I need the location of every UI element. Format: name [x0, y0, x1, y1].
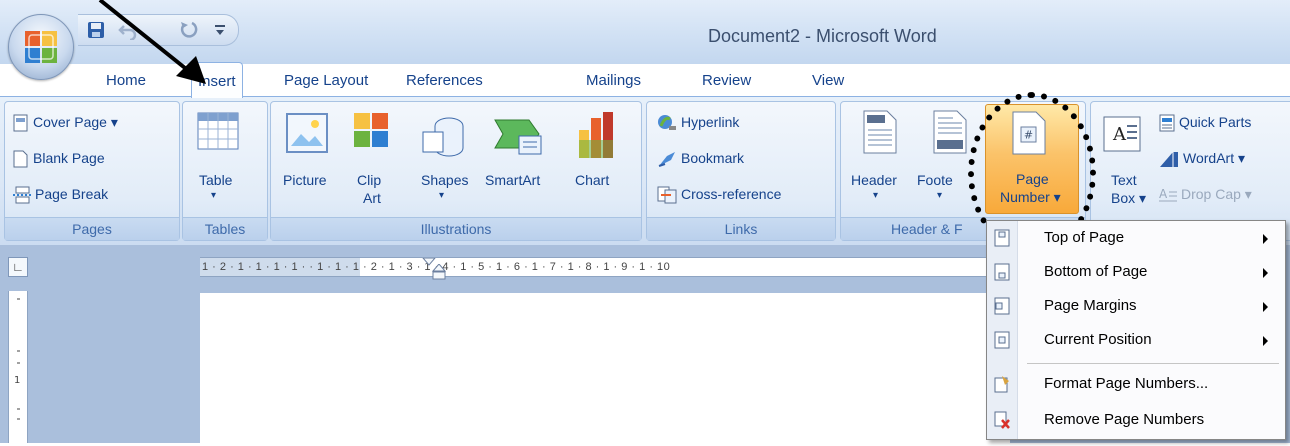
hanging-indent-icon[interactable]	[432, 264, 446, 284]
horizontal-ruler[interactable]: 1 · 2 · 1 · 1 · 1 · 1 · · 1 · 1 · 1 · 2 …	[200, 257, 1000, 280]
group-links: Hyperlink Bookmark Cross-reference Links	[646, 101, 836, 241]
group-label-pages: Pages	[5, 217, 179, 240]
cross-reference-button[interactable]: Cross-reference	[657, 182, 781, 206]
remove-page-numbers-icon	[994, 411, 1010, 429]
footer-icon	[933, 110, 967, 154]
clip-art-icon	[354, 113, 388, 147]
vertical-ruler-marks: 1	[14, 298, 20, 420]
blank-page-icon	[13, 150, 28, 168]
chart-icon	[579, 112, 613, 158]
page-bottom-icon	[994, 263, 1010, 281]
text-box-icon: A	[1103, 116, 1141, 152]
picture-icon	[286, 113, 328, 153]
drop-cap-icon: A	[1159, 187, 1177, 202]
tab-page-layout[interactable]: Page Layout	[278, 66, 374, 96]
page-break-button[interactable]: Page Break	[13, 182, 108, 206]
menu-label: Remove Page Numbers	[1044, 411, 1205, 428]
shapes-dropdown-arrow[interactable]: ▾	[439, 190, 444, 201]
document-page[interactable]	[200, 293, 1010, 443]
svg-text:1: 1	[14, 375, 20, 386]
cover-page-button[interactable]: Cover Page ▾	[13, 110, 118, 134]
hyperlink-icon	[658, 115, 676, 131]
drop-cap-button[interactable]: A Drop Cap ▾	[1159, 182, 1252, 206]
quick-parts-button[interactable]: Quick Parts	[1159, 110, 1251, 134]
bookmark-button[interactable]: Bookmark	[657, 146, 744, 170]
format-page-numbers-icon	[994, 376, 1009, 393]
tab-stop-selector[interactable]: ∟	[8, 257, 28, 277]
group-tables: Table ▾ Tables	[182, 101, 268, 241]
smartart-button[interactable]: SmartArt	[485, 172, 540, 188]
window-title: Document2 - Microsoft Word	[708, 26, 937, 46]
menu-item-top-of-page[interactable]: Top of Page	[987, 221, 1285, 255]
chart-button[interactable]: Chart	[575, 172, 609, 188]
pointer-arrow-icon	[98, 0, 206, 84]
submenu-arrow-icon	[1263, 268, 1268, 278]
tab-mailings[interactable]: Mailings	[580, 66, 647, 96]
header-button[interactable]: Header	[851, 172, 897, 188]
menu-item-bottom-of-page[interactable]: Bottom of Page	[987, 255, 1285, 289]
svg-text:A: A	[1112, 124, 1127, 145]
current-position-icon	[994, 331, 1010, 349]
group-label-tables: Tables	[183, 217, 267, 240]
smartart-icon	[494, 119, 542, 155]
menu-separator	[1027, 363, 1279, 364]
cover-page-icon	[13, 114, 28, 132]
cross-reference-icon	[657, 186, 677, 204]
group-label-illustrations: Illustrations	[271, 217, 641, 240]
clip-art-button[interactable]: Clip	[357, 172, 381, 188]
quick-parts-icon	[1159, 114, 1175, 132]
menu-label: Page Margins	[1044, 297, 1137, 314]
bookmark-icon	[658, 152, 675, 168]
picture-button[interactable]: Picture	[283, 172, 327, 188]
tab-view[interactable]: View	[806, 66, 850, 96]
footer-button[interactable]: Foote	[917, 172, 953, 188]
page-margins-icon	[994, 297, 1010, 315]
menu-label: Top of Page	[1044, 229, 1125, 246]
group-pages: Cover Page ▾ Blank Page Page Break Pages	[4, 101, 180, 241]
tab-references[interactable]: References	[400, 66, 489, 96]
vertical-ruler[interactable]: 1	[8, 291, 28, 443]
submenu-arrow-icon	[1263, 302, 1268, 312]
page-number-menu: Top of Page Bottom of Page Page Margins …	[986, 220, 1286, 440]
group-illustrations: Picture Clip Art Shapes ▾ SmartArt Chart…	[270, 101, 642, 241]
page-break-icon	[13, 186, 31, 204]
table-button[interactable]: Table	[199, 172, 232, 188]
clip-art-label-line2: Art	[363, 190, 381, 206]
header-dropdown-arrow[interactable]: ▾	[873, 190, 878, 201]
menu-label: Format Page Numbers...	[1044, 375, 1209, 392]
svg-text:A: A	[1159, 187, 1168, 201]
wordart-button[interactable]: WordArt ▾	[1159, 146, 1245, 170]
table-icon	[197, 112, 239, 150]
header-icon	[863, 110, 897, 154]
hyperlink-button[interactable]: Hyperlink	[657, 110, 739, 134]
blank-page-button[interactable]: Blank Page	[13, 146, 105, 170]
submenu-arrow-icon	[1263, 336, 1268, 346]
group-label-links: Links	[647, 217, 835, 240]
text-box-button[interactable]: Text	[1111, 172, 1137, 188]
submenu-arrow-icon	[1263, 234, 1268, 244]
shapes-icon	[422, 117, 464, 157]
menu-label: Current Position	[1044, 331, 1152, 348]
menu-item-current-position[interactable]: Current Position	[987, 323, 1285, 357]
menu-item-page-margins[interactable]: Page Margins	[987, 289, 1285, 323]
menu-item-format-page-numbers[interactable]: Format Page Numbers...	[987, 367, 1285, 401]
menu-label: Bottom of Page	[1044, 263, 1148, 280]
page-top-icon	[994, 229, 1010, 247]
tab-review[interactable]: Review	[696, 66, 757, 96]
menu-item-remove-page-numbers[interactable]: Remove Page Numbers	[987, 403, 1285, 437]
table-dropdown-arrow[interactable]: ▾	[211, 190, 216, 201]
text-box-label-line2: Box ▾	[1111, 190, 1147, 206]
footer-dropdown-arrow[interactable]: ▾	[937, 190, 942, 201]
wordart-icon	[1160, 152, 1178, 168]
shapes-button[interactable]: Shapes	[421, 172, 468, 188]
